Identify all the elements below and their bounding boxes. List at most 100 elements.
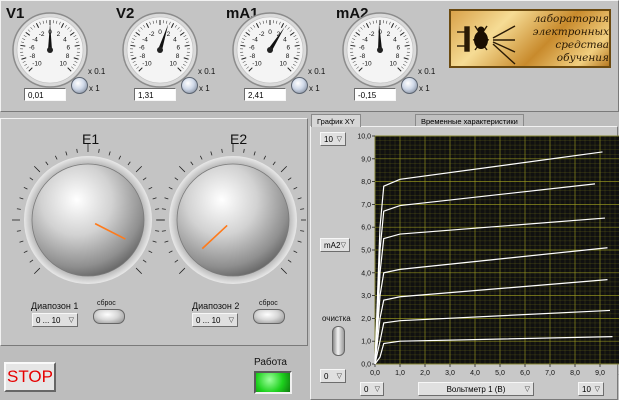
knob-tick	[221, 148, 223, 153]
e1-knob[interactable]	[12, 144, 164, 284]
knob-tick	[148, 186, 153, 190]
knob-tick	[16, 230, 21, 232]
reset-1-button[interactable]	[93, 309, 125, 324]
knob-tick	[29, 177, 34, 181]
ma2-readout: -0,15	[354, 88, 396, 101]
logo-line: средства	[555, 39, 609, 51]
x-tick-label: 8,0	[570, 370, 580, 377]
knob-tick	[280, 267, 288, 275]
ma2-range-low-label: x 1	[419, 84, 430, 93]
logo-line: лаборатория	[533, 13, 609, 25]
knob-tick	[108, 151, 111, 156]
dial-tick-label: 6	[286, 45, 290, 52]
dial-tick-label: 0	[158, 29, 162, 36]
dial-tick-label: 4	[283, 37, 287, 44]
y-tick-label: 2,0	[361, 316, 371, 323]
dial-tick-label: 2	[167, 31, 171, 38]
ma2-range-switch[interactable]	[401, 77, 418, 94]
y-tick-label: 1,0	[361, 339, 371, 346]
dial-tick-label: -6	[29, 45, 35, 52]
reset-1-label: сброс	[97, 300, 116, 307]
knob-tick	[33, 165, 41, 173]
stop-button[interactable]: STOP	[4, 362, 56, 392]
reset-2-button[interactable]	[253, 309, 285, 324]
knob-tick	[29, 259, 34, 263]
knob-tick	[118, 155, 122, 160]
clear-toggle[interactable]	[332, 326, 345, 356]
y-tick-label: 4,0	[361, 270, 371, 277]
e2-knob[interactable]	[157, 144, 306, 284]
knob-tick	[152, 240, 157, 243]
knob-tick	[76, 148, 78, 153]
knob-tick	[287, 259, 292, 263]
ma1-range-high-label: x 0.1	[308, 67, 326, 76]
y-channel-select[interactable]: mA2 ▽	[320, 238, 350, 252]
dial-tick-label: 4	[173, 37, 177, 44]
lab-logo: лаборатория электронных средства обучени…	[449, 9, 611, 68]
dial-tick-label: 6	[396, 45, 400, 52]
knob-tick	[293, 250, 298, 254]
dropdown-arrow-icon: ▽	[340, 242, 346, 249]
run-label: Работа	[254, 357, 287, 368]
dial-tick-label: 6	[176, 45, 180, 52]
tab-xy-graph[interactable]: График XY	[311, 114, 361, 127]
v1-range-switch[interactable]	[71, 77, 88, 94]
x-tick-label: 2,0	[420, 370, 430, 377]
logo-line: обучения	[556, 52, 609, 64]
y-min-value: 0	[324, 372, 329, 381]
knob-tick	[297, 197, 302, 200]
dropdown-arrow-icon: ▽	[336, 373, 342, 380]
x-min-value: 0	[364, 385, 369, 394]
v2-readout: 1,31	[134, 88, 176, 101]
range-1-select[interactable]: 0 ... 10 ▽	[32, 313, 78, 327]
x-tick-label: 5,0	[495, 370, 505, 377]
y-max-select[interactable]: 10 ▽	[320, 132, 346, 146]
knob-tick	[155, 208, 160, 210]
knob-tick	[190, 161, 194, 166]
knob-tick	[54, 155, 58, 160]
y-tick-label: 7,0	[361, 202, 371, 209]
ma1-range-low-label: x 1	[309, 84, 320, 93]
dial-tick-label: -2	[259, 31, 265, 38]
range-1-label: Диапозон 1	[31, 301, 79, 311]
v1-range-high-label: x 0.1	[88, 67, 106, 76]
knob-tick	[152, 197, 157, 200]
dial-tick-label: -10	[362, 61, 372, 68]
y-max-value: 10	[324, 135, 333, 144]
ma1-range-switch[interactable]	[291, 77, 308, 94]
knob-tick	[178, 165, 186, 173]
dial-hub	[157, 47, 163, 53]
dial-tick-label: -2	[39, 31, 45, 38]
knob-body	[31, 163, 145, 277]
v2-range-low-label: x 1	[199, 84, 210, 93]
dial-tick-label: -6	[359, 45, 365, 52]
dial-tick-label: 4	[63, 37, 67, 44]
dial-tick-label: -4	[142, 37, 148, 44]
x-min-select[interactable]: 0 ▽	[360, 382, 384, 396]
knob-tick	[33, 267, 41, 275]
dial-tick-label: -8	[140, 53, 146, 60]
v2-range-switch[interactable]	[181, 77, 198, 94]
x-max-select[interactable]: 10 ▽	[578, 382, 604, 396]
dial-tick-label: 10	[59, 61, 67, 68]
reset-2-label: сброс	[259, 300, 278, 307]
dropdown-arrow-icon: ▽	[374, 386, 380, 393]
knob-tick	[243, 148, 245, 153]
y-tick-label: 3,0	[361, 293, 371, 300]
dropdown-arrow-icon: ▽	[594, 386, 600, 393]
knob-tick	[155, 230, 160, 232]
run-indicator	[254, 371, 292, 394]
knob-tick	[210, 151, 213, 156]
range-2-select[interactable]: 0 ... 10 ▽	[192, 313, 238, 327]
y-tick-label: 8,0	[361, 179, 371, 186]
dial-tick-label: 8	[396, 53, 400, 60]
knob-tick	[135, 267, 143, 275]
dial-tick-label: 2	[57, 31, 61, 38]
x-tick-label: 7,0	[545, 370, 555, 377]
y-min-select[interactable]: 0 ▽	[320, 369, 346, 383]
dial-tick-label: 8	[66, 53, 70, 60]
x-tick-label: 9,0	[595, 370, 605, 377]
x-channel-select[interactable]: Вольтметр 1 (В) ▽	[418, 382, 534, 396]
y-tick-label: 6,0	[361, 225, 371, 232]
dial-tick-label: -10	[32, 61, 42, 68]
